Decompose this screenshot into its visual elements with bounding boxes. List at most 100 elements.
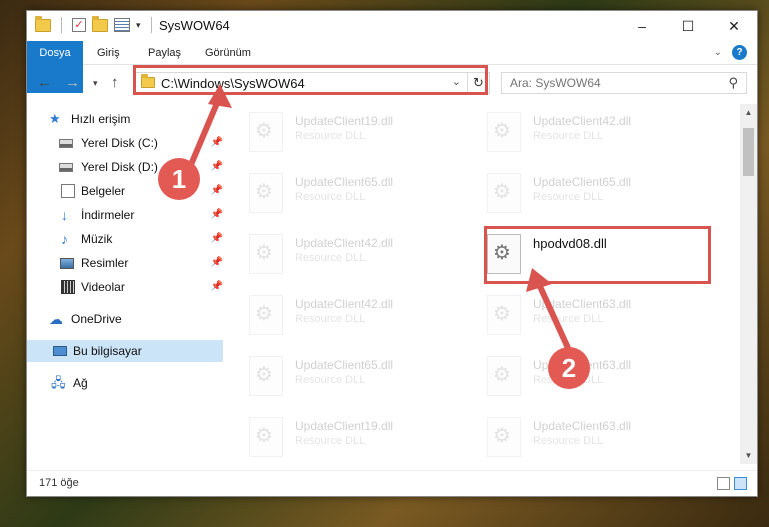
sidebar-item-label: Yerel Disk (D:): [81, 160, 158, 174]
dll-file-icon: ⚙: [487, 356, 521, 396]
gear-icon: ⚙: [255, 364, 273, 386]
sidebar-item-label: Müzik: [81, 232, 113, 246]
file-item[interactable]: ⚙ UpdateClient63.dll Resource DLL: [487, 411, 707, 463]
sidebar-item-onedrive[interactable]: ☁ OneDrive: [27, 308, 223, 330]
pin-icon[interactable]: 📌: [211, 228, 223, 250]
tab-share[interactable]: Paylaş: [148, 41, 181, 65]
search-box[interactable]: ⚲: [501, 72, 747, 94]
large-icons-view-icon[interactable]: [734, 477, 747, 490]
properties-check-icon[interactable]: ✓: [72, 18, 86, 32]
folder-icon[interactable]: [35, 15, 51, 32]
sidebar-item-music[interactable]: ♪ Müzik 📌: [27, 228, 223, 250]
dll-file-icon: ⚙: [487, 295, 521, 335]
gear-icon: ⚙: [255, 181, 273, 203]
tab-home[interactable]: Giriş: [97, 41, 120, 65]
file-type: Resource DLL: [533, 130, 604, 142]
file-item[interactable]: ⚙ UpdateClient65.dll Resource DLL: [249, 167, 469, 219]
maximize-button[interactable]: ☐: [665, 11, 711, 41]
file-name: UpdateClient19.dll: [295, 419, 394, 433]
file-name: UpdateClient65.dll: [295, 175, 394, 189]
gear-icon: ⚙: [493, 120, 511, 142]
pin-icon[interactable]: 📌: [211, 252, 223, 274]
title-bar: ✓ ▾ SysWOW64 – ☐ ✕: [27, 11, 757, 41]
cloud-icon: ☁: [49, 311, 63, 327]
search-icon[interactable]: ⚲: [728, 75, 738, 91]
sidebar-item-label: Ağ: [73, 376, 88, 390]
item-count: 171 öğe: [39, 477, 79, 489]
minimize-button[interactable]: –: [619, 11, 665, 41]
file-type: Resource DLL: [533, 435, 604, 447]
file-type: Resource DLL: [295, 374, 366, 386]
music-icon: ♪: [61, 231, 68, 247]
sidebar-item-downloads[interactable]: ↓ İndirmeler 📌: [27, 204, 223, 226]
help-icon[interactable]: ?: [732, 45, 747, 60]
file-type: Resource DLL: [295, 435, 366, 447]
file-type: Resource DLL: [295, 313, 366, 325]
pin-icon[interactable]: 📌: [211, 204, 223, 226]
file-list: ⚙ UpdateClient19.dll Resource DLL ⚙ Upda…: [223, 104, 739, 464]
file-name: UpdateClient42.dll: [533, 114, 632, 128]
sidebar-item-label: Bu bilgisayar: [73, 344, 142, 358]
customize-toolbar-chevron-icon[interactable]: ▾: [136, 20, 141, 31]
scroll-down-arrow-icon[interactable]: ▼: [740, 447, 757, 464]
gear-icon: ⚙: [255, 303, 273, 325]
file-type: Resource DLL: [533, 191, 604, 203]
search-input[interactable]: [502, 73, 702, 93]
file-item[interactable]: ⚙ UpdateClient65.dll Resource DLL: [487, 167, 707, 219]
scrollbar-thumb[interactable]: [743, 128, 754, 176]
file-type: Resource DLL: [295, 252, 366, 264]
file-item[interactable]: ⚙ UpdateClient65.dll Resource DLL: [249, 350, 469, 402]
star-icon: ★: [49, 111, 61, 126]
dll-file-icon: ⚙: [249, 112, 283, 152]
recent-locations-chevron-icon[interactable]: ▾: [93, 78, 98, 89]
file-item[interactable]: ⚙ UpdateClient42.dll Resource DLL: [249, 289, 469, 341]
drive-icon: [59, 163, 73, 172]
gear-icon: ⚙: [255, 425, 273, 447]
drive-icon: [59, 139, 73, 148]
dll-file-icon: ⚙: [487, 112, 521, 152]
file-item[interactable]: ⚙ UpdateClient42.dll Resource DLL: [487, 106, 707, 158]
sidebar-item-label: Belgeler: [81, 184, 126, 198]
sidebar-item-this-pc[interactable]: Bu bilgisayar: [27, 340, 223, 362]
gear-icon: ⚙: [493, 303, 511, 325]
videos-icon: [61, 280, 75, 294]
annotation-arrow-2: [526, 268, 571, 351]
sidebar-item-label: Resimler: [81, 256, 129, 270]
window-controls: – ☐ ✕: [619, 11, 757, 41]
dll-file-icon: ⚙: [487, 173, 521, 213]
tab-view[interactable]: Görünüm: [205, 41, 251, 65]
file-name: UpdateClient63.dll: [533, 419, 632, 433]
sidebar-item-label: Hızlı erişim: [71, 112, 131, 126]
new-folder-icon[interactable]: [92, 15, 108, 32]
file-name: UpdateClient19.dll: [295, 114, 394, 128]
file-name: UpdateClient42.dll: [295, 236, 394, 250]
properties-icon[interactable]: [114, 18, 130, 32]
dll-file-icon: ⚙: [487, 417, 521, 457]
step-badge-1: 1: [158, 158, 200, 200]
scroll-up-arrow-icon[interactable]: ▲: [740, 104, 757, 121]
step-badge-2: 2: [548, 347, 590, 389]
details-view-icon[interactable]: [717, 477, 730, 490]
sidebar-item-videos[interactable]: Videolar 📌: [27, 276, 223, 298]
up-arrow-icon[interactable]: ↑: [111, 74, 119, 91]
forward-arrow-icon[interactable]: →: [65, 74, 80, 91]
vertical-scrollbar[interactable]: ▲ ▼: [740, 104, 757, 464]
sidebar-item-network[interactable]: 🖧 Ağ: [27, 372, 223, 394]
file-item[interactable]: ⚙ UpdateClient63.dll Resource DLL: [487, 350, 707, 402]
file-item[interactable]: ⚙ UpdateClient19.dll Resource DLL: [249, 106, 469, 158]
sidebar-item-pictures[interactable]: Resimler 📌: [27, 252, 223, 274]
expand-ribbon-chevron-icon[interactable]: ⌄: [714, 47, 722, 58]
back-arrow-icon[interactable]: ←: [37, 74, 52, 91]
close-button[interactable]: ✕: [711, 11, 757, 41]
file-item[interactable]: ⚙ UpdateClient42.dll Resource DLL: [249, 228, 469, 280]
pin-icon[interactable]: 📌: [211, 180, 223, 202]
dll-file-icon: ⚙: [249, 417, 283, 457]
pin-icon[interactable]: 📌: [211, 276, 223, 298]
network-icon: 🖧: [51, 375, 66, 390]
download-icon: ↓: [61, 207, 68, 223]
view-switcher: [717, 477, 747, 490]
computer-icon: [53, 346, 67, 356]
file-item[interactable]: ⚙ UpdateClient19.dll Resource DLL: [249, 411, 469, 463]
gear-icon: ⚙: [493, 181, 511, 203]
sidebar-item-label: İndirmeler: [81, 208, 135, 222]
